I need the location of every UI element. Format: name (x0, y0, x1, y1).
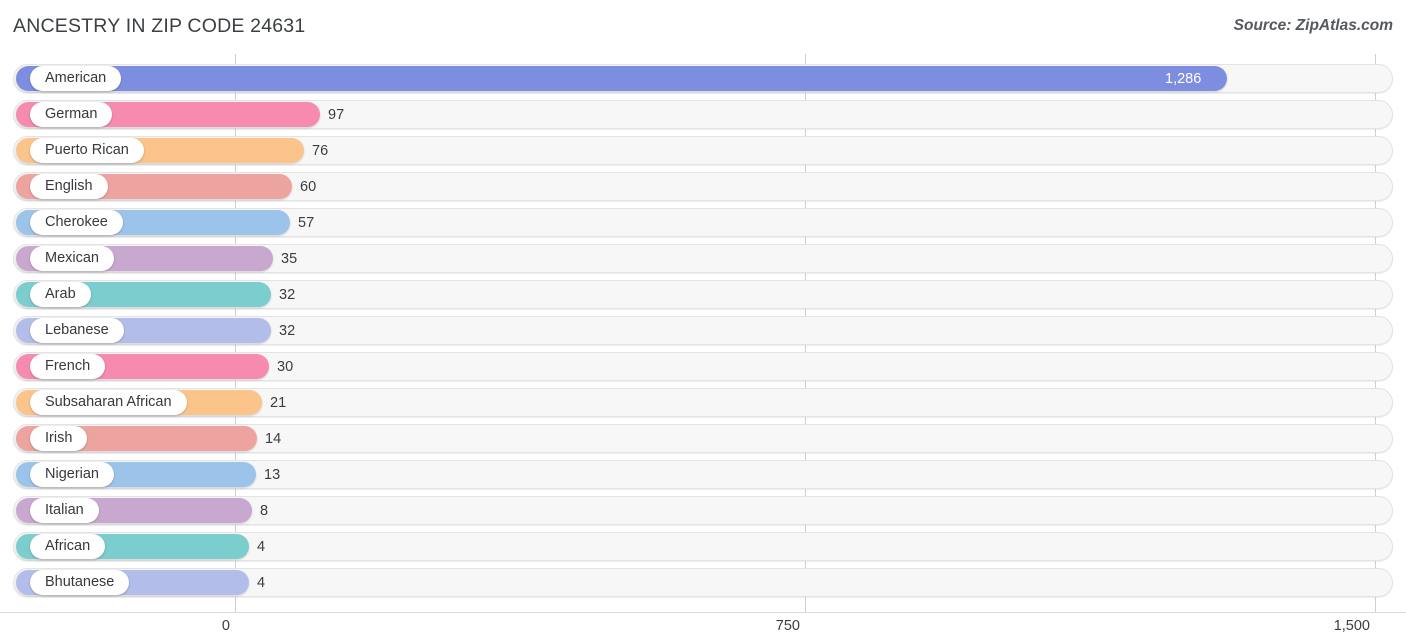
bar-category-label: Cherokee (45, 214, 108, 231)
bar-category-label: Italian (45, 502, 84, 519)
bar-label-pill: Lebanese (30, 318, 124, 343)
bar-category-label: African (45, 538, 91, 555)
bar-row[interactable]: African 4 (13, 532, 1393, 561)
bar-value-label: 32 (279, 286, 296, 303)
bar-value-label: 13 (264, 466, 281, 483)
bar-value-label: 57 (298, 214, 315, 231)
bar-label-pill: Puerto Rican (30, 138, 144, 163)
bar-category-label: Nigerian (45, 466, 99, 483)
bar-category-label: English (45, 178, 93, 195)
chart-plot-area: American 1,286 German 97 Puerto Rican 76 Engli… (0, 54, 1406, 612)
bar-row[interactable]: Italian 8 (13, 496, 1393, 525)
bar-row[interactable]: German 97 (13, 100, 1393, 129)
bar-value-label: 97 (328, 106, 345, 123)
bar-row[interactable]: Puerto Rican 76 (13, 136, 1393, 165)
bar-label-pill: English (30, 174, 108, 199)
bar-row[interactable]: Irish 14 (13, 424, 1393, 453)
bar-row[interactable]: Arab 32 (13, 280, 1393, 309)
bar-label-pill: Nigerian (30, 462, 114, 487)
bar-category-label: American (45, 70, 107, 87)
bar-value-label: 21 (270, 394, 287, 411)
bar-value-label: 14 (265, 430, 282, 447)
page-title: ANCESTRY IN ZIP CODE 24631 (13, 15, 306, 37)
x-axis-tick-label: 1,500 (1333, 618, 1370, 634)
bar-category-label: Lebanese (45, 322, 109, 339)
bar-value-label: 32 (279, 322, 296, 339)
bar-label-pill: Mexican (30, 246, 114, 271)
bar-value-label: 8 (260, 502, 269, 519)
bar-category-label: Subsaharan African (45, 394, 172, 411)
bar-label-pill: African (30, 534, 106, 559)
bar-category-label: French (45, 358, 91, 375)
bar-fill[interactable] (16, 66, 1227, 91)
bar-row[interactable]: Subsaharan African 21 (13, 388, 1393, 417)
bar-category-label: Puerto Rican (45, 142, 129, 159)
bar-row[interactable]: American 1,286 (13, 64, 1393, 93)
bar-row[interactable]: English 60 (13, 172, 1393, 201)
x-axis-tick-label: 0 (221, 618, 230, 634)
x-axis: 0 750 1,500 (0, 612, 1406, 644)
bar-row[interactable]: Mexican 35 (13, 244, 1393, 273)
bar-label-pill: Cherokee (30, 210, 123, 235)
bar-label-pill: Bhutanese (30, 570, 130, 595)
x-axis-line (0, 612, 1406, 613)
bar-label-pill: Irish (30, 426, 88, 451)
x-axis-tick-label: 750 (775, 618, 800, 634)
bar-value-label: 60 (300, 178, 317, 195)
bar-label-pill: American (30, 66, 122, 91)
bar-label-pill: German (30, 102, 113, 127)
bar-value-label: 1,286 (1165, 70, 1202, 87)
bar-category-label: German (45, 106, 98, 123)
bar-row[interactable]: Bhutanese 4 (13, 568, 1393, 597)
chart-page: ANCESTRY IN ZIP CODE 24631 Source: ZipAt… (0, 0, 1406, 644)
bar-category-label: Bhutanese (45, 574, 115, 591)
bar-row[interactable]: Lebanese 32 (13, 316, 1393, 345)
bar-value-label: 4 (257, 574, 266, 591)
bar-value-label: 76 (312, 142, 329, 159)
bar-category-label: Mexican (45, 250, 99, 267)
bar-label-pill: Italian (30, 498, 99, 523)
bar-label-pill: Arab (30, 282, 91, 307)
bar-row[interactable]: Cherokee 57 (13, 208, 1393, 237)
source-attribution: Source: ZipAtlas.com (1233, 17, 1393, 34)
bar-label-pill: Subsaharan African (30, 390, 187, 415)
bar-row[interactable]: French 30 (13, 352, 1393, 381)
bar-category-label: Arab (45, 286, 76, 303)
bar-value-label: 4 (257, 538, 266, 555)
bar-value-label: 30 (277, 358, 294, 375)
bar-row[interactable]: Nigerian 13 (13, 460, 1393, 489)
bar-label-pill: French (30, 354, 106, 379)
bar-value-label: 35 (281, 250, 298, 267)
bar-category-label: Irish (45, 430, 73, 447)
